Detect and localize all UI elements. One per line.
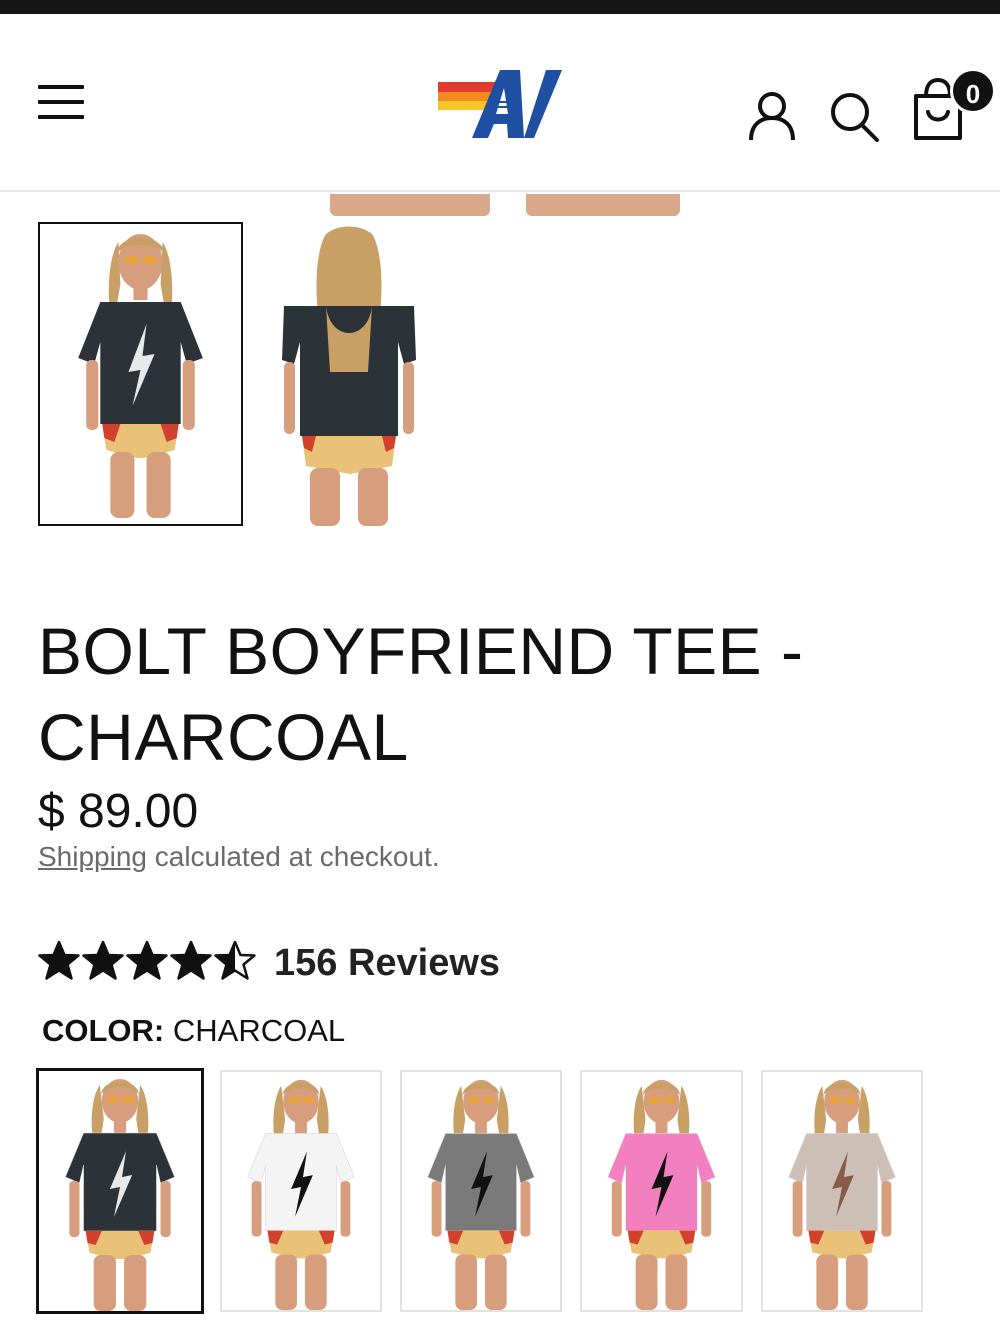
color-swatch-pink[interactable] [580, 1070, 743, 1312]
gallery-thumbnail-front[interactable] [38, 222, 243, 526]
product-price: $ 89.00 [38, 785, 199, 838]
swatch-model-image [763, 1072, 921, 1310]
product-rating[interactable]: 156 Reviews [38, 938, 500, 988]
shipping-text: calculated at checkout. [146, 841, 440, 872]
star-filled-icon [38, 940, 80, 987]
hamburger-menu-icon[interactable] [38, 82, 86, 122]
model-front-image [40, 224, 241, 524]
product-title-line-1: BOLT BOYFRIEND TEE - [38, 614, 804, 688]
swatch-model-image [582, 1072, 741, 1310]
menu-bar [38, 100, 84, 104]
av-logo-icon [438, 70, 562, 138]
main-image-peek [526, 194, 680, 216]
star-half-icon [214, 940, 256, 987]
star-filled-icon [126, 940, 168, 987]
color-swatch-white[interactable] [220, 1070, 382, 1312]
swatch-model-image [222, 1072, 380, 1310]
user-account-icon[interactable] [746, 88, 798, 142]
search-icon[interactable] [828, 90, 880, 144]
color-label-key: COLOR: [42, 1013, 165, 1048]
star-filled-icon [82, 940, 124, 987]
shipping-link[interactable]: Shipping [38, 841, 147, 872]
menu-bar [38, 115, 84, 119]
product-title: BOLT BOYFRIEND TEE - CHARCOAL [38, 608, 938, 780]
star-rating [38, 940, 256, 987]
swatch-model-image [402, 1072, 560, 1310]
color-swatch-sand[interactable] [761, 1070, 923, 1312]
cart-count-badge: 0 [950, 68, 996, 114]
model-back-image [270, 222, 428, 526]
gallery-thumbnail-back[interactable] [270, 222, 428, 526]
color-label-value: CHARCOAL [172, 1013, 346, 1048]
shopping-bag-icon[interactable]: 0 [908, 68, 996, 146]
top-status-strip [0, 0, 1000, 14]
star-filled-icon [170, 940, 212, 987]
brand-logo[interactable] [438, 68, 564, 140]
reviews-count-link[interactable]: 156 Reviews [274, 942, 500, 985]
site-header: 0 [0, 14, 1000, 192]
menu-bar [38, 85, 84, 89]
color-swatch-heather-grey[interactable] [400, 1070, 562, 1312]
color-swatch-charcoal[interactable] [36, 1068, 204, 1314]
main-image-peek [330, 194, 490, 216]
color-selector-label: COLOR: CHARCOAL [42, 1012, 345, 1050]
product-title-line-2: CHARCOAL [38, 700, 409, 774]
swatch-model-image [39, 1071, 201, 1311]
shipping-note: Shipping calculated at checkout. [38, 840, 440, 874]
